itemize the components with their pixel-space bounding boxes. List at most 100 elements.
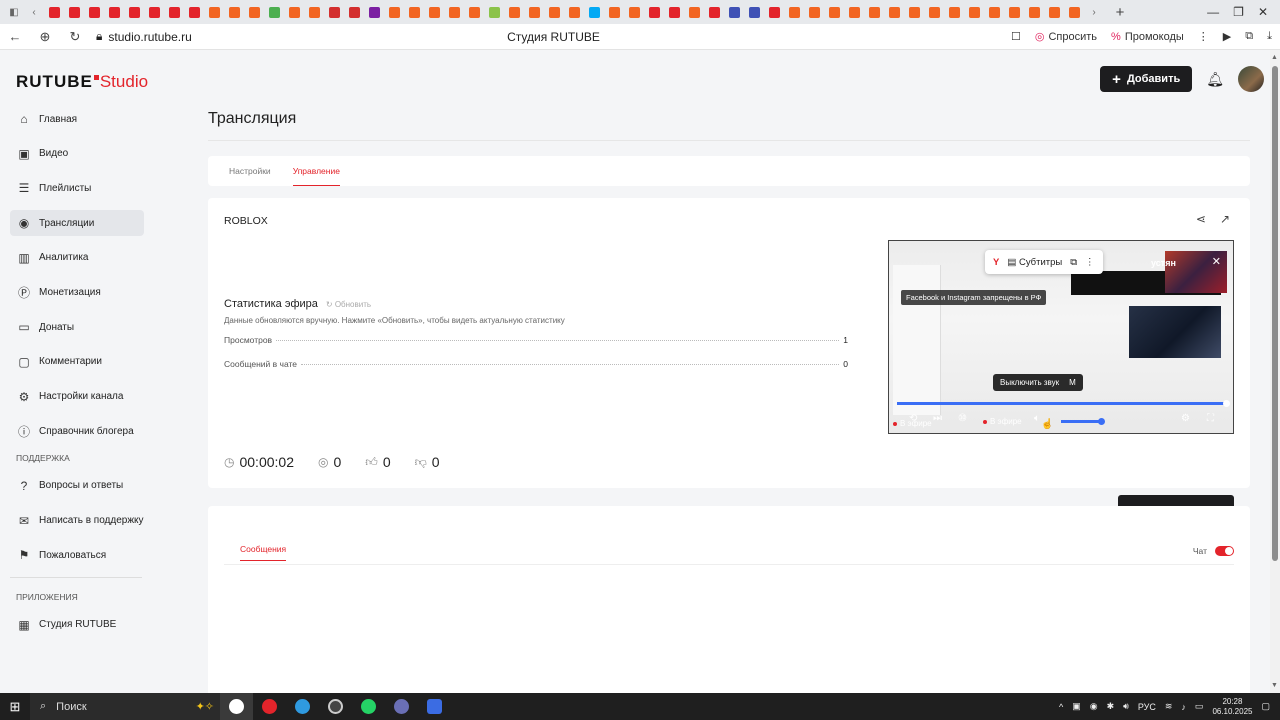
browser-tab[interactable] [164,2,184,22]
browser-tab[interactable] [844,2,864,22]
sidebar-item[interactable]: Ⓟ Монетизация [10,279,144,305]
reload-icon[interactable]: ↻ [60,29,90,45]
sidebar-item[interactable]: ✉ Написать в поддержку [10,508,144,534]
browser-tab[interactable] [644,2,664,22]
discord-app[interactable] [418,693,451,720]
tab-scroll-right-icon[interactable]: › [1084,2,1104,22]
browser-tab[interactable] [324,2,344,22]
obs-app[interactable] [319,693,352,720]
tab-sidebar-icon[interactable]: ◧ [4,2,24,22]
browser-tab[interactable] [704,2,724,22]
chat-toggle[interactable]: Чат [1193,546,1234,556]
tray-speaker-icon[interactable]: ♪ [1181,702,1186,712]
sidebar-item[interactable]: ▭ Донаты [10,314,144,340]
sidebar-item[interactable]: ⚑ Пожаловаться [10,542,144,568]
sidebar-item[interactable]: ⓘ Справочник блогера [10,418,144,444]
browser-tab[interactable] [84,2,104,22]
new-tab-icon[interactable]: + [1110,4,1130,21]
page-scrollbar[interactable]: ▲ ▼ [1270,50,1280,693]
browser-tab[interactable] [784,2,804,22]
refresh-button[interactable]: ↻ Обновить [326,300,371,309]
taskbar-search[interactable]: ⌕ Поиск ✦✧ [30,693,220,720]
tray-app-icon[interactable]: ▣ [1072,701,1081,712]
tray-wifi-icon[interactable]: ≋ [1165,701,1173,712]
ask-button[interactable]: ◎ Спросить [1035,30,1097,44]
browser-tab[interactable] [744,2,764,22]
browser-tab[interactable] [884,2,904,22]
tab-settings[interactable]: Настройки [229,156,271,186]
back-icon[interactable]: ← [0,29,30,44]
browser-tab[interactable] [724,2,744,22]
browser-tab[interactable] [764,2,784,22]
sidebar-item[interactable]: ? Вопросы и ответы [10,473,144,499]
url-field[interactable]: 🔒︎ studio.rutube.ru [96,29,192,44]
browser-tab[interactable] [224,2,244,22]
windows-start-icon[interactable]: ⊞ [0,699,30,715]
sidebar-item[interactable]: ☰ Плейлисты [10,175,144,201]
sidebar-item[interactable]: ⌂ Главная [10,106,144,132]
tray-battery-icon[interactable]: ▭ [1195,701,1204,712]
browser-tab[interactable] [604,2,624,22]
browser-tab[interactable] [904,2,924,22]
tray-expand-icon[interactable]: ^ [1059,702,1063,712]
quality-settings-icon[interactable]: ⚙ [1181,413,1190,424]
promo-button[interactable]: % Промокоды [1111,31,1184,43]
scroll-down-icon[interactable]: ▼ [1271,682,1278,689]
browser-tab[interactable] [44,2,64,22]
sidebar-item[interactable]: ▢ Комментарии [10,349,144,375]
scroll-thumb[interactable] [1272,66,1278,561]
add-button[interactable]: + Добавить [1100,66,1193,92]
browser-tab[interactable] [824,2,844,22]
volume-slider[interactable] [1061,418,1105,425]
site-info-icon[interactable]: ⊕ [30,29,60,45]
tab-management[interactable]: Управление [292,156,340,186]
browser-tab[interactable] [804,2,824,22]
browser-tab[interactable] [124,2,144,22]
browser-tab[interactable] [504,2,524,22]
chat-switch[interactable] [1215,546,1234,556]
replay-10-icon[interactable]: ⑩ [958,413,967,424]
browser-tab[interactable] [424,2,444,22]
scroll-up-icon[interactable]: ▲ [1271,54,1278,61]
tab-messages[interactable]: Сообщения [240,544,287,561]
browser-tab[interactable] [264,2,284,22]
player-icon[interactable]: ▶ [1223,30,1231,43]
sidebar-item[interactable]: ▦ Студия RUTUBE [10,612,144,638]
minimize-icon[interactable]: — [1207,5,1219,19]
bookmark-icon[interactable]: ☐ [1011,30,1021,43]
browser-tab[interactable] [944,2,964,22]
browser-tab[interactable] [544,2,564,22]
sidebar-item[interactable]: ▥ Аналитика [10,245,144,271]
yandex-browser-app[interactable] [220,693,253,720]
live-indicator[interactable]: В эфире [983,417,1022,426]
browser-tab[interactable] [1024,2,1044,22]
browser-tab[interactable] [484,2,504,22]
browser-tab[interactable] [364,2,384,22]
yandex-app[interactable] [253,693,286,720]
browser-tab[interactable] [204,2,224,22]
share-icon[interactable]: ⋖ [1196,212,1206,226]
browser-tab[interactable] [384,2,404,22]
browser-tab[interactable] [524,2,544,22]
browser-tab[interactable] [564,2,584,22]
browser-tab[interactable] [444,2,464,22]
sidebar-item[interactable]: ⚙ Настройки канала [10,384,144,410]
progress-bar[interactable] [897,400,1230,407]
rutube-studio-logo[interactable]: RUTUBE Studio [16,72,148,92]
browser-tab[interactable] [64,2,84,22]
yandex-icon[interactable]: Y [993,257,999,268]
browser-tab[interactable] [304,2,324,22]
browser-tab[interactable] [284,2,304,22]
browser-tab[interactable] [104,2,124,22]
browser-tab[interactable] [244,2,264,22]
progress-knob[interactable] [1223,400,1230,407]
browser-tab[interactable] [344,2,364,22]
avatar[interactable] [1238,66,1264,92]
browser-tab[interactable] [964,2,984,22]
subtitles-button[interactable]: ▤ Субтитры [1007,257,1062,268]
steam-app[interactable] [385,693,418,720]
browser-tab[interactable] [984,2,1004,22]
browser-tab[interactable] [864,2,884,22]
browser-tab[interactable] [1004,2,1024,22]
rewind-icon[interactable]: ⟲ [909,413,917,424]
